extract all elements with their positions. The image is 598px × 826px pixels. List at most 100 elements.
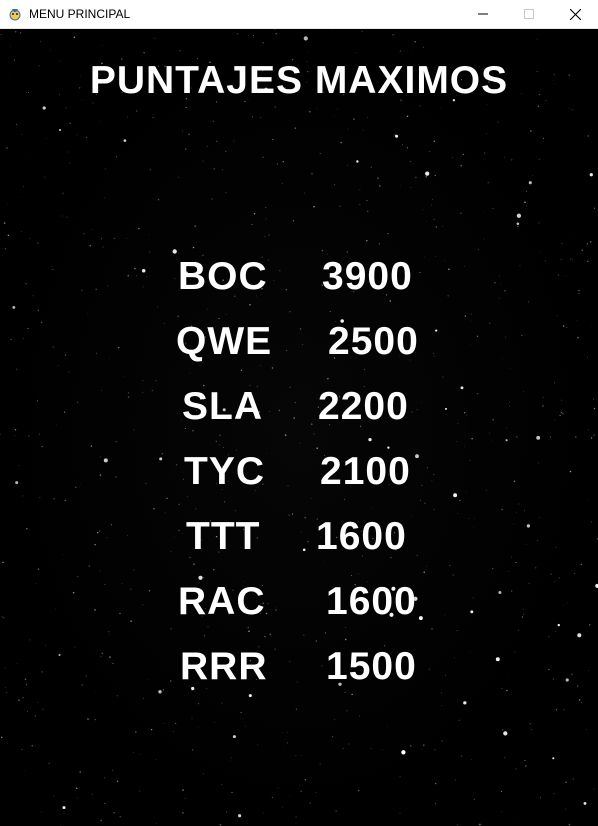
maximize-button[interactable] <box>506 0 552 29</box>
star <box>22 697 24 699</box>
star <box>12 305 16 309</box>
star <box>344 638 347 641</box>
star <box>0 34 2 36</box>
star <box>504 757 506 759</box>
star <box>76 797 78 799</box>
score-player-name: TYC <box>184 450 265 493</box>
star <box>303 634 305 636</box>
star <box>226 811 228 813</box>
minimize-button[interactable] <box>460 0 506 29</box>
star <box>508 571 509 572</box>
star <box>347 165 348 166</box>
star <box>69 162 71 164</box>
star <box>41 811 43 813</box>
star <box>410 52 412 54</box>
star <box>502 729 504 731</box>
star <box>10 45 11 47</box>
star <box>359 715 360 717</box>
star <box>442 376 444 378</box>
star <box>433 140 436 143</box>
star <box>264 635 266 638</box>
star <box>269 633 271 635</box>
star <box>471 438 473 440</box>
star <box>478 248 480 250</box>
score-points: 2500 <box>328 320 419 363</box>
star <box>87 718 89 720</box>
star <box>178 503 180 505</box>
star <box>483 212 485 214</box>
star <box>192 749 194 751</box>
star <box>423 46 425 48</box>
star <box>188 133 190 135</box>
star <box>203 635 206 637</box>
star <box>487 182 489 184</box>
star <box>452 574 454 576</box>
star <box>138 228 140 230</box>
star <box>313 205 315 208</box>
star <box>537 105 540 107</box>
star <box>126 237 128 239</box>
star <box>549 436 551 438</box>
score-points: 2100 <box>320 450 411 493</box>
star <box>37 702 39 704</box>
score-points: 1600 <box>326 580 417 623</box>
star <box>532 175 533 176</box>
star <box>581 249 583 251</box>
star <box>556 314 558 316</box>
star <box>553 793 555 795</box>
star <box>198 703 200 705</box>
star <box>182 789 184 791</box>
star <box>253 35 254 37</box>
score-player-name: RAC <box>178 580 266 623</box>
close-button[interactable] <box>552 0 598 29</box>
star <box>262 156 264 158</box>
score-player-name: TTT <box>186 515 261 558</box>
star <box>64 499 66 502</box>
star <box>558 577 560 579</box>
star <box>179 50 181 52</box>
star <box>282 749 284 751</box>
star <box>589 241 592 243</box>
star <box>555 709 558 711</box>
star <box>100 121 101 122</box>
star <box>116 156 118 158</box>
score-row: TYC 2100 <box>0 450 598 500</box>
star <box>547 635 550 638</box>
star <box>251 223 253 226</box>
score-player-name: SLA <box>182 385 263 428</box>
star <box>44 176 46 178</box>
star <box>501 508 503 511</box>
star <box>359 151 361 153</box>
star <box>222 169 224 171</box>
star <box>536 38 538 40</box>
star <box>505 439 508 442</box>
star <box>526 205 528 207</box>
star <box>100 819 102 822</box>
star <box>590 437 593 439</box>
star <box>153 37 156 40</box>
star <box>399 50 402 52</box>
star <box>339 205 341 207</box>
star <box>366 243 367 245</box>
star <box>550 573 552 575</box>
star <box>87 313 89 315</box>
star <box>275 32 278 35</box>
star <box>29 639 31 641</box>
star <box>123 139 127 142</box>
star <box>470 313 472 315</box>
star <box>157 199 160 201</box>
star <box>289 311 291 313</box>
star <box>516 436 518 438</box>
star <box>182 812 184 814</box>
star <box>262 42 264 44</box>
star <box>316 108 318 110</box>
star <box>265 207 267 209</box>
star <box>361 30 363 32</box>
star <box>422 209 424 211</box>
star <box>103 777 106 779</box>
star <box>37 309 40 312</box>
star <box>115 440 118 443</box>
star <box>16 123 18 125</box>
star <box>300 754 302 756</box>
star <box>77 575 79 578</box>
